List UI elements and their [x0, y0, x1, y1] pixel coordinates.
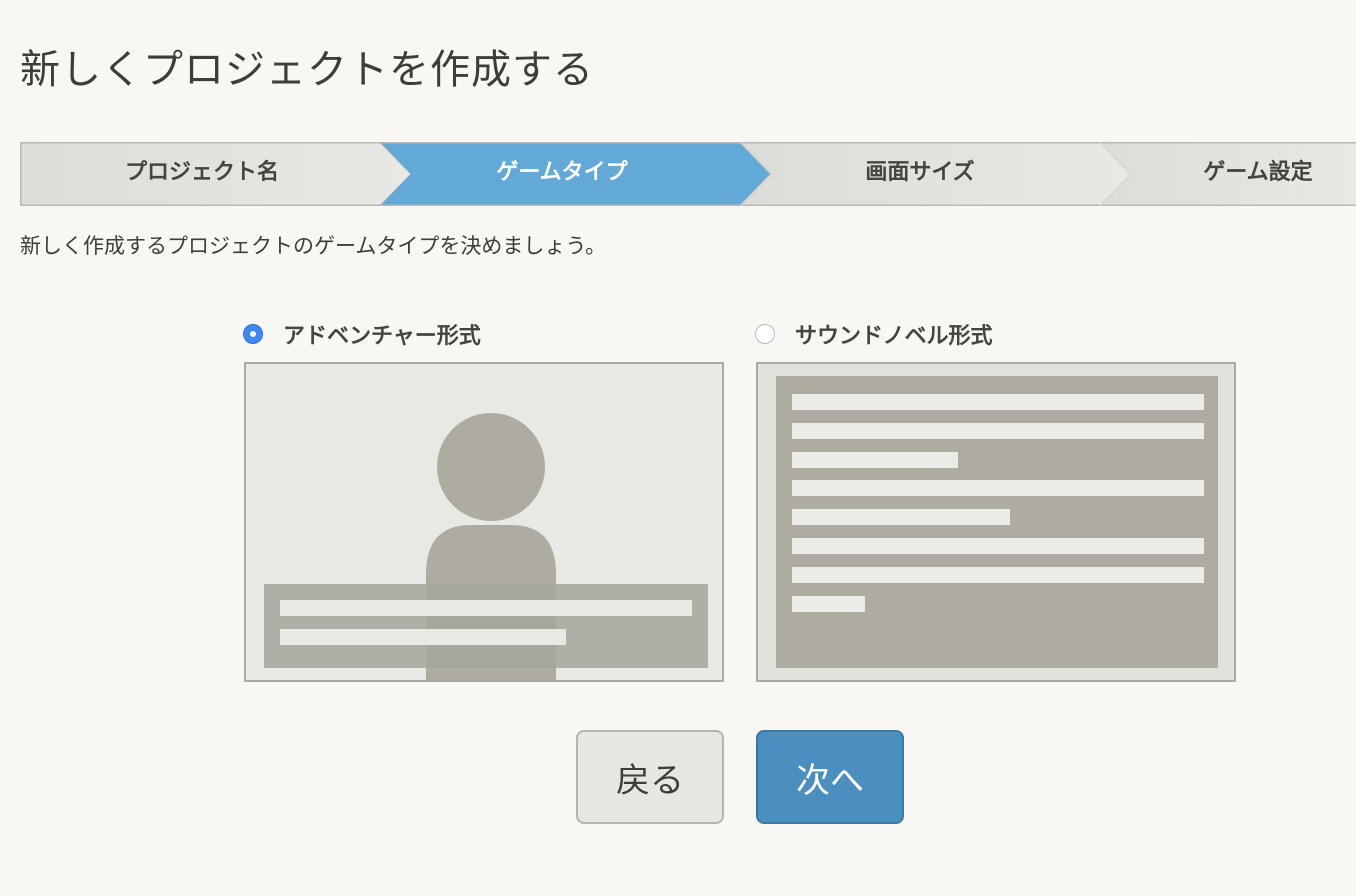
page-title: 新しくプロジェクトを作成する: [20, 47, 594, 93]
text-line: [792, 480, 1204, 496]
preview-adventure[interactable]: [244, 362, 724, 682]
text-line: [792, 596, 865, 612]
radio-adventure[interactable]: [243, 324, 263, 344]
message-window: [264, 584, 708, 668]
option-label-adventure: アドベンチャー形式: [283, 324, 481, 349]
step-label-screen-size: 画面サイズ: [865, 160, 975, 185]
message-line: [280, 600, 692, 616]
preview-sound-novel[interactable]: [756, 362, 1236, 682]
text-line: [792, 394, 1204, 410]
next-button[interactable]: 次へ: [756, 730, 904, 824]
game-type-option-sound-novel[interactable]: サウンドノベル形式: [755, 314, 993, 354]
text-line: [792, 509, 1010, 525]
step-label-game-settings: ゲーム設定: [1203, 160, 1313, 185]
step-label-game-type: ゲームタイプ: [496, 160, 628, 185]
game-type-option-adventure[interactable]: アドベンチャー形式: [243, 314, 481, 354]
text-line: [792, 423, 1204, 439]
text-line: [792, 567, 1204, 583]
message-line: [280, 629, 566, 645]
radio-sound-novel[interactable]: [755, 324, 775, 344]
character-head: [437, 413, 545, 521]
step-label-project-name: プロジェクト名: [124, 160, 279, 185]
adventure-illustration: [246, 364, 722, 680]
text-line: [792, 452, 958, 468]
step-progress-bar: プロジェクト名 ゲームタイプ 画面サイズ ゲーム設定: [20, 142, 1356, 206]
instruction-text: 新しく作成するプロジェクトのゲームタイプを決めましょう。: [20, 234, 607, 258]
back-button[interactable]: 戻る: [576, 730, 724, 824]
option-label-sound-novel: サウンドノベル形式: [795, 324, 993, 349]
sound-novel-illustration: [758, 364, 1234, 680]
text-line: [792, 538, 1204, 554]
